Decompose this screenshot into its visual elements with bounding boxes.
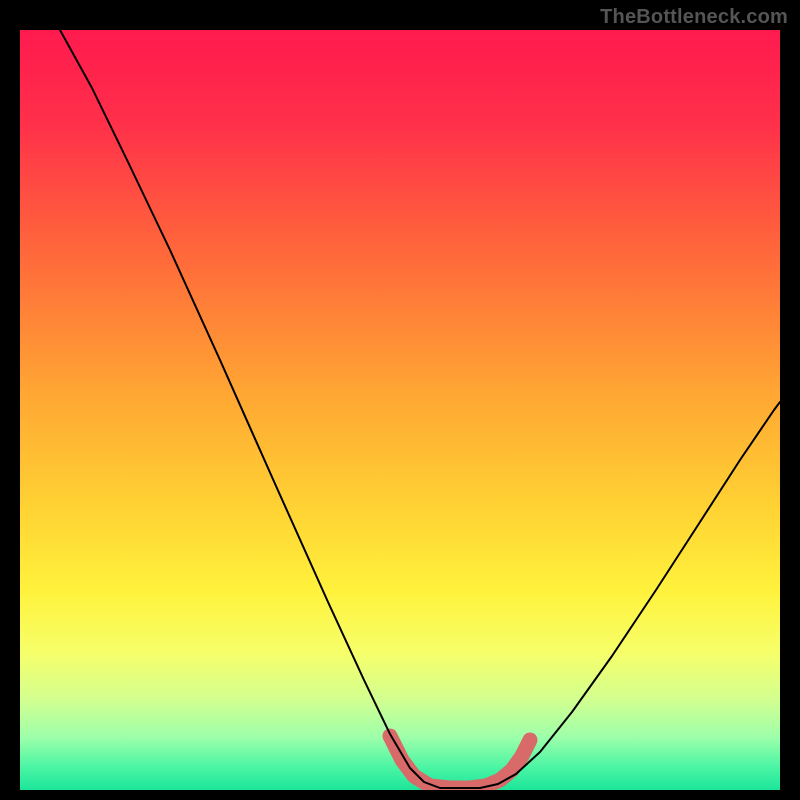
chart-frame: { "watermark": "TheBottleneck.com", "cha…: [0, 0, 800, 800]
watermark-text: TheBottleneck.com: [600, 6, 788, 29]
gradient-background: [20, 30, 780, 790]
bottleneck-chart: [0, 0, 800, 800]
